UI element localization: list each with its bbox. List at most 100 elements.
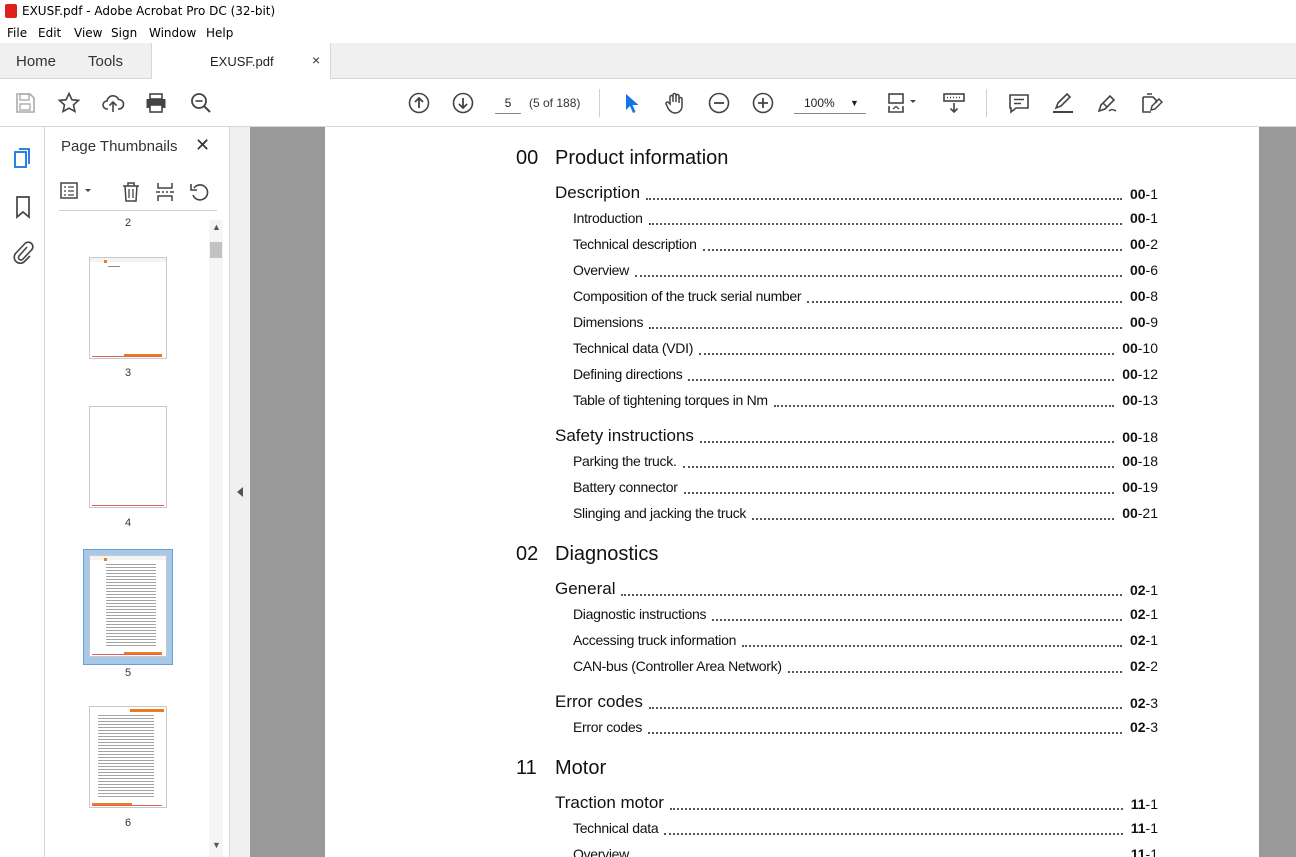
toc-entry[interactable]: Battery connector — [573, 479, 678, 495]
page-fit-icon[interactable] — [886, 91, 920, 115]
toc-entry[interactable]: Slinging and jacking the truck — [573, 505, 746, 521]
toc-page-number: 11-1 — [1131, 846, 1158, 857]
page-chapter: 02 — [1129, 695, 1146, 711]
toc-page-number: 00-18 — [1122, 453, 1158, 469]
toc-entry[interactable]: Overview — [573, 262, 629, 278]
menu-file[interactable]: File — [7, 26, 27, 40]
menu-edit[interactable]: Edit — [38, 26, 61, 40]
page-sub: -1 — [1145, 210, 1158, 226]
select-cursor-icon[interactable] — [619, 91, 643, 115]
page-thumbnail-3[interactable] — [89, 257, 167, 359]
tab-home[interactable]: Home — [16, 53, 56, 70]
close-tab-icon[interactable]: × — [312, 52, 320, 68]
page-sub: -10 — [1137, 340, 1158, 356]
next-page-icon[interactable] — [451, 91, 475, 115]
toc-group-heading[interactable]: Traction motor — [555, 793, 664, 813]
toc-entry[interactable]: Table of tightening torques in Nm — [573, 392, 768, 408]
zoom-out-icon[interactable] — [707, 91, 731, 115]
thumbnail-options-icon[interactable] — [59, 181, 93, 201]
toc-entry[interactable]: Composition of the truck serial number — [573, 288, 802, 304]
toc-entry[interactable]: Diagnostic instructions — [573, 606, 706, 622]
page-thumbnails-icon[interactable] — [12, 147, 34, 171]
tab-document[interactable]: EXUSF.pdf × — [151, 43, 331, 79]
page-sub: -6 — [1145, 262, 1158, 278]
insert-page-icon[interactable] — [155, 181, 175, 203]
previous-page-icon[interactable] — [407, 91, 431, 115]
thumbnail-number: 3 — [124, 367, 132, 379]
toc-group-heading[interactable]: Error codes — [555, 692, 643, 712]
toc-entry[interactable]: Error codes — [573, 719, 642, 735]
thumb-footer-line — [92, 505, 164, 506]
menu-window[interactable]: Window — [149, 26, 196, 40]
thumbnail-number: 4 — [124, 517, 132, 529]
collapse-panel-icon[interactable] — [237, 487, 243, 497]
thumbnail-number: 2 — [124, 217, 132, 229]
toc-leader-dots — [669, 798, 1123, 810]
toc-page-number: 02-3 — [1130, 719, 1158, 735]
toc-entry[interactable]: Accessing truck information — [573, 632, 736, 648]
thumbnails-scrollbar[interactable]: ▲ ▼ — [209, 220, 223, 857]
toc-page-number: 00-9 — [1130, 314, 1158, 330]
page-thumbnail-5[interactable] — [89, 555, 167, 657]
draw-sign-icon[interactable] — [1095, 91, 1119, 115]
toc-group-heading[interactable]: Description — [555, 183, 640, 203]
toc-page-number: 00-21 — [1122, 505, 1158, 521]
thumb-toc-lines — [106, 564, 156, 646]
toc-entry[interactable]: Defining directions — [573, 366, 683, 382]
page-thumbnail-4[interactable] — [89, 406, 167, 508]
thumb-footer-line — [92, 654, 162, 655]
toc-entry[interactable]: Dimensions — [573, 314, 643, 330]
comment-icon[interactable] — [1007, 91, 1031, 115]
hand-tool-icon[interactable] — [663, 91, 687, 115]
highlight-pen-icon[interactable] — [1051, 91, 1075, 115]
page-sub: -1 — [1145, 796, 1158, 812]
attachment-icon[interactable] — [12, 239, 34, 265]
star-icon[interactable] — [57, 91, 81, 115]
toc-leader-dots — [688, 369, 1115, 381]
zoom-level-select[interactable]: 100% ▼ — [794, 93, 866, 114]
toc-leader-dots — [682, 456, 1115, 468]
toc-group-heading[interactable]: General — [555, 579, 615, 599]
toc-entry[interactable]: Introduction — [573, 210, 643, 226]
upload-cloud-icon[interactable] — [101, 91, 125, 115]
scrolling-mode-icon[interactable] — [942, 91, 966, 115]
toc-group-heading[interactable]: Safety instructions — [555, 426, 694, 446]
page-sub: -13 — [1137, 392, 1158, 408]
print-icon[interactable] — [144, 91, 168, 115]
acrobat-pdf-icon — [5, 4, 17, 18]
scrollbar-thumb[interactable] — [210, 242, 222, 258]
toc-entry[interactable]: Technical data — [573, 820, 659, 836]
toc-leader-dots — [752, 508, 1115, 520]
toc-entry[interactable]: Parking the truck. — [573, 453, 677, 469]
save-icon[interactable] — [13, 91, 37, 115]
panel-splitter[interactable] — [230, 127, 250, 857]
page-chapter: 00 — [1122, 453, 1138, 469]
document-viewport[interactable]: 00 Product information Description 00-1 Intr… — [250, 127, 1296, 857]
zoom-in-icon[interactable] — [751, 91, 775, 115]
toc-entry[interactable]: CAN-bus (Controller Area Network) — [573, 658, 782, 674]
page-thumbnail-6[interactable] — [89, 706, 167, 808]
page-sub: -21 — [1137, 505, 1158, 521]
toc-leader-dots — [648, 697, 1122, 709]
toc-entry[interactable]: Technical description — [573, 236, 697, 252]
page-number-input[interactable]: 5 — [495, 93, 521, 114]
menu-help[interactable]: Help — [206, 26, 233, 40]
toc-leader-dots — [635, 849, 1123, 857]
delete-page-icon[interactable] — [121, 181, 141, 203]
toc-page-number: 00-19 — [1122, 479, 1158, 495]
tab-tools[interactable]: Tools — [88, 53, 123, 70]
menu-sign[interactable]: Sign — [111, 26, 137, 40]
edit-pdf-icon[interactable] — [1139, 91, 1164, 115]
close-panel-icon[interactable]: ✕ — [195, 135, 210, 156]
find-zoom-icon[interactable] — [189, 91, 213, 115]
bookmark-icon[interactable] — [12, 195, 34, 219]
toc-entry[interactable]: Overview — [573, 846, 629, 857]
toc-page-number: 11-1 — [1131, 820, 1158, 836]
toc-page-number: 02-1 — [1130, 632, 1158, 648]
toc-entry[interactable]: Technical data (VDI) — [573, 340, 693, 356]
menu-view[interactable]: View — [74, 26, 102, 40]
rotate-page-icon[interactable] — [189, 181, 211, 203]
scroll-down-icon[interactable]: ▼ — [212, 840, 221, 850]
page-sub: -2 — [1145, 236, 1158, 252]
scroll-up-icon[interactable]: ▲ — [212, 222, 221, 232]
